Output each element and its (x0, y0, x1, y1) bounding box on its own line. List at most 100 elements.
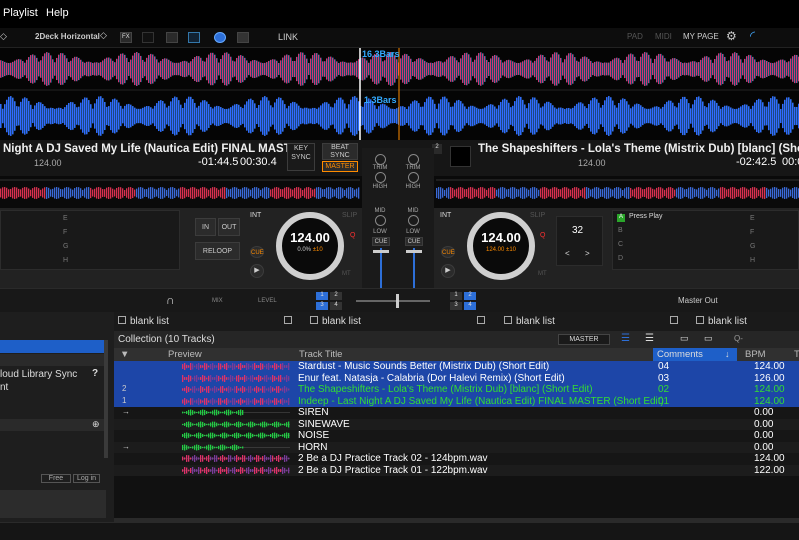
master-select[interactable]: MASTER (558, 334, 610, 345)
deck2-loop-panel[interactable]: 32 < > (556, 216, 603, 266)
playlist-tab[interactable]: blank list (118, 316, 169, 327)
fx-left-1[interactable]: 1 (316, 292, 328, 300)
help-icon[interactable]: ? (92, 368, 98, 379)
deck1-quantize[interactable]: Q (350, 232, 355, 239)
hotcue-f[interactable]: F (750, 229, 754, 236)
deck1-jog-wheel[interactable]: 124.00 0.0% ±10 (276, 212, 344, 280)
deck2-high-knob[interactable] (408, 172, 419, 183)
grid-icon[interactable] (166, 32, 178, 43)
add-icon[interactable]: ⊕ (92, 419, 100, 430)
hotcue-f[interactable]: F (63, 229, 67, 236)
row-preview-waveform[interactable] (182, 421, 290, 428)
pad-button[interactable]: PAD (627, 32, 643, 41)
loop-double-button[interactable]: > (585, 249, 590, 258)
deck2-trim-knob[interactable] (408, 154, 419, 165)
deck1-high-knob[interactable] (375, 172, 386, 183)
deck2-quantize[interactable]: Q (540, 232, 545, 239)
filter-icon[interactable]: ▼ (120, 349, 129, 360)
login-button[interactable]: Log in (73, 474, 100, 483)
sidebar-item[interactable] (0, 419, 104, 431)
link-button[interactable]: LINK (278, 32, 298, 42)
row-preview-waveform[interactable] (182, 432, 290, 439)
sidebar-scrollbar[interactable] (104, 340, 108, 458)
loop-halve-button[interactable]: < (565, 249, 570, 258)
hotcue-b[interactable]: B (618, 227, 623, 234)
sidebar-item-selected[interactable] (0, 340, 104, 353)
master-button[interactable]: MASTER (322, 161, 358, 172)
hotcue-h[interactable]: H (63, 257, 68, 264)
deck2-play-button[interactable]: ▶ (441, 264, 455, 278)
press-play-label[interactable]: Press Play (629, 213, 662, 220)
deck2-headphone-cue[interactable]: CUE (405, 237, 423, 246)
fx-button[interactable]: FX (120, 32, 132, 43)
table-row[interactable]: 2 Be a DJ Practice Track 01 - 122bpm.wav… (114, 464, 799, 476)
fx-assign-left[interactable]: 1 2 3 4 (316, 292, 347, 310)
deck2-channel-fader[interactable] (413, 248, 415, 292)
deck1-headphone-cue[interactable]: CUE (372, 237, 390, 246)
playlist-tab[interactable]: blank list (504, 316, 555, 327)
col-preview[interactable]: Preview (168, 349, 202, 360)
table-row[interactable]: Enur feat. Natasja - Calabria (Dor Halev… (114, 372, 799, 384)
deck2-hotcue-pads[interactable]: A Press Play B C D E F G H (612, 210, 799, 270)
keyboard-icon[interactable] (237, 32, 249, 43)
hotcue-a[interactable]: A (617, 214, 625, 222)
deck2-mid-knob[interactable] (408, 215, 419, 226)
menu-help[interactable]: Help (46, 7, 69, 19)
row-preview-waveform[interactable] (182, 363, 290, 370)
layout-select[interactable]: 2Deck Horizontal (35, 32, 100, 41)
deck1-trim-knob[interactable] (375, 154, 386, 165)
fx-assign-right[interactable]: 1 2 3 4 (450, 292, 481, 310)
table-row[interactable]: NOISE 0.00 (114, 430, 799, 442)
midi-button[interactable]: MIDI (655, 32, 672, 41)
table-row[interactable]: SINEWAVE 0.00 (114, 418, 799, 430)
deck1-play-button[interactable]: ▶ (250, 264, 264, 278)
crossfader-handle[interactable] (396, 294, 399, 308)
hotcue-e[interactable]: E (63, 215, 68, 222)
col-bpm[interactable]: BPM (745, 349, 766, 360)
master-out-select[interactable]: Master Out (678, 296, 718, 305)
search-input[interactable]: Q- (734, 334, 743, 343)
crossfader[interactable] (356, 300, 430, 302)
row-preview-waveform[interactable] (182, 455, 290, 462)
row-preview-waveform[interactable] (182, 444, 290, 451)
gear-icon[interactable]: ⚙ (726, 29, 737, 43)
row-preview-waveform[interactable] (182, 374, 290, 382)
sidebar-item[interactable] (0, 354, 104, 366)
deck2-cue-button[interactable]: CUE (441, 246, 455, 258)
list-view-icon[interactable]: ☰ (621, 333, 630, 344)
loop-beats[interactable]: 32 (572, 225, 583, 236)
hotcue-h[interactable]: H (750, 257, 755, 264)
browser-icon[interactable]: ▭ (704, 333, 713, 344)
table-row[interactable]: Stardust - Music Sounds Better (Mistrix … (114, 361, 799, 373)
cloud-sync-label-2[interactable]: nt (0, 382, 8, 393)
col-t[interactable]: T (794, 349, 799, 360)
key-sync-button[interactable]: KEY SYNC (287, 143, 315, 171)
fx-left-4[interactable]: 4 (330, 302, 342, 310)
chevron-icon[interactable]: ◇ (0, 31, 7, 42)
hotcue-c[interactable]: C (618, 241, 623, 248)
row-preview-waveform[interactable] (182, 397, 290, 405)
deck2-slip[interactable]: SLIP (530, 212, 545, 219)
fx-right-3[interactable]: 3 (450, 302, 462, 310)
sampler-icon[interactable] (142, 32, 154, 43)
deck1-int[interactable]: INT (250, 212, 261, 219)
fx-left-2[interactable]: 2 (330, 292, 342, 300)
cloud-sync-label[interactable]: loud Library Sync (0, 369, 77, 380)
hotcue-d[interactable]: D (618, 255, 623, 262)
fx-left-3[interactable]: 3 (316, 302, 328, 310)
deck1-master-tempo[interactable]: MT (342, 271, 351, 277)
playlist-tab[interactable]: blank list (696, 316, 747, 327)
loop-out-button[interactable]: OUT (218, 218, 240, 236)
beat-sync-button[interactable]: BEAT SYNC (322, 143, 358, 160)
deck2-master-tempo[interactable]: MT (538, 271, 547, 277)
free-button[interactable]: Free (41, 474, 71, 483)
table-row[interactable]: 2 Be a DJ Practice Track 02 - 124bpm.wav… (114, 453, 799, 465)
hotcue-g[interactable]: G (63, 243, 68, 250)
deck2-jog-wheel[interactable]: 124.00 124.00 ±10 (467, 212, 535, 280)
playlist-tab[interactable]: blank list (310, 316, 361, 327)
window-icon[interactable] (477, 316, 489, 327)
table-row[interactable]: → SIREN 0.00 (114, 407, 799, 419)
hotcue-e[interactable]: E (750, 215, 755, 222)
fx-right-1[interactable]: 1 (450, 292, 462, 300)
loop-in-button[interactable]: IN (195, 218, 216, 236)
